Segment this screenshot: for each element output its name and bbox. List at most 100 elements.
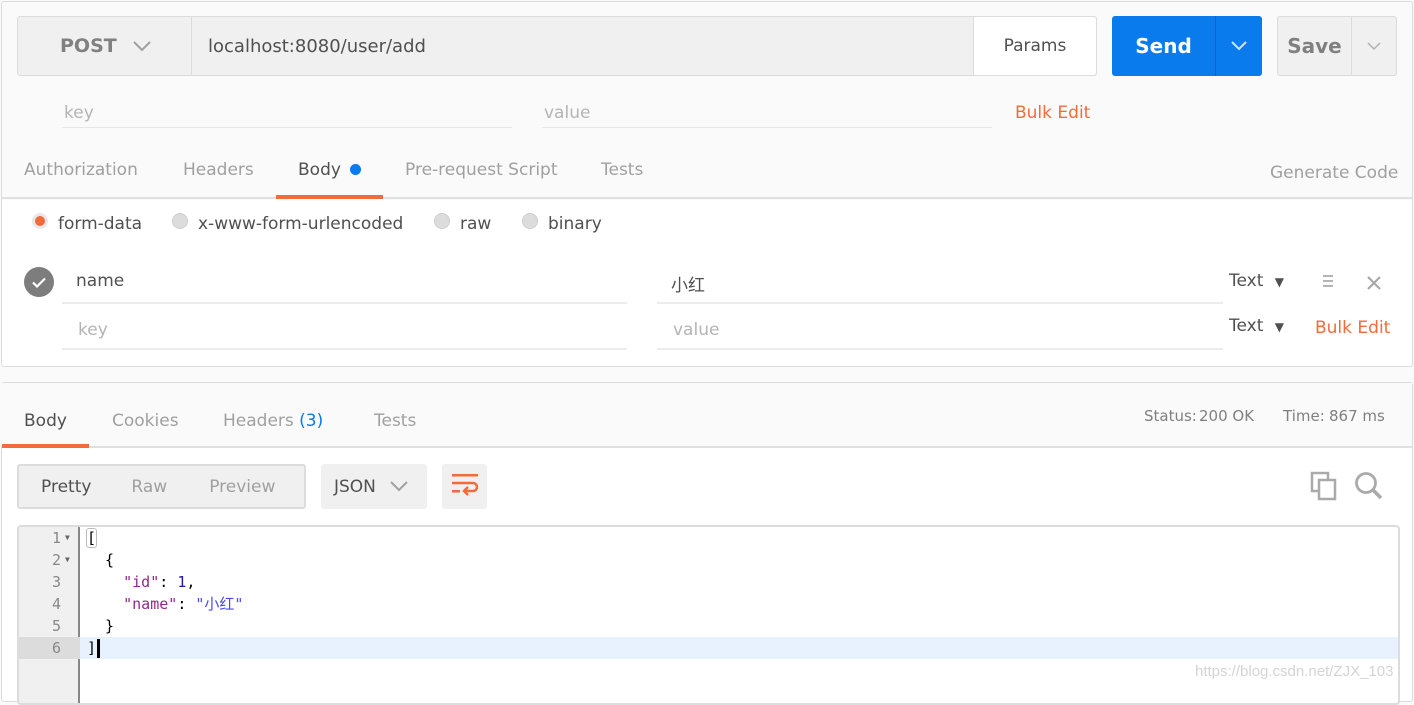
response-tab-body[interactable]: Body [24, 411, 67, 431]
time-label: Time: [1283, 407, 1325, 425]
form-key-field[interactable]: name [62, 266, 627, 304]
tab-pre-request-script[interactable]: Pre-request Script [405, 160, 558, 180]
delete-row-icon[interactable] [1367, 275, 1381, 295]
code-text: "id": 1, [87, 571, 195, 593]
code-text: ] [87, 637, 101, 659]
code-line: 4 "name": "小红" [19, 593, 1398, 615]
chevron-down-icon [1231, 36, 1247, 56]
format-label: JSON [334, 476, 376, 497]
type-label: Text [1229, 271, 1264, 291]
view-raw-button[interactable]: Raw [131, 477, 167, 497]
radio-unselected-icon [172, 213, 188, 229]
view-preview-button[interactable]: Preview [209, 477, 275, 497]
caret-down-icon: ▼ [1274, 275, 1285, 289]
status-label: Status: [1144, 407, 1197, 425]
time-value: 867 ms [1329, 407, 1385, 425]
checkmark-icon [32, 273, 46, 292]
line-number: 1 [51, 529, 61, 547]
tab-headers[interactable]: Headers [183, 160, 254, 180]
radio-label: form-data [58, 214, 143, 234]
radio-unselected-icon [522, 213, 538, 229]
radio-binary[interactable]: binary [522, 213, 602, 234]
radio-raw[interactable]: raw [434, 213, 492, 234]
code-line: 3 "id": 1, [19, 571, 1398, 593]
radio-x-www-form-urlencoded[interactable]: x-www-form-urlencoded [172, 213, 404, 234]
chevron-down-icon [1367, 36, 1381, 56]
form-value-value: 小红 [671, 276, 705, 296]
active-tab-indicator [2, 444, 89, 448]
param-value-input[interactable] [542, 98, 992, 128]
status-value: 200 OK [1199, 407, 1255, 425]
params-bulk-edit-link[interactable]: Bulk Edit [1015, 103, 1090, 123]
params-button[interactable]: Params [973, 17, 1096, 75]
request-tabs: Authorization Headers Body Pre-request S… [1, 148, 1413, 199]
response-tab-headers[interactable]: Headers (3) [223, 411, 323, 431]
tab-authorization[interactable]: Authorization [24, 160, 138, 180]
radio-label: binary [548, 214, 602, 234]
chevron-down-icon [133, 35, 151, 57]
headers-count-badge: (3) [299, 411, 324, 431]
text-cursor [97, 639, 101, 658]
form-type-select[interactable]: Text ▼ [1229, 271, 1284, 291]
reorder-handle-icon[interactable] [1322, 273, 1334, 294]
code-text: { [87, 551, 115, 569]
response-tab-cookies[interactable]: Cookies [112, 411, 179, 431]
code-line: 2 ▼ { [19, 549, 1398, 571]
modified-dot-icon [350, 164, 362, 175]
tab-label: Headers [223, 411, 294, 431]
view-mode-group: Pretty Raw Preview [17, 464, 306, 509]
response-tab-tests[interactable]: Tests [374, 411, 416, 431]
save-button[interactable]: Save [1278, 17, 1352, 75]
save-dropdown-button[interactable] [1352, 17, 1396, 75]
line-number: 2 [51, 551, 61, 569]
bracket-match: [ [85, 528, 98, 548]
json-sep: : [177, 595, 196, 613]
line-number: 6 [51, 639, 61, 657]
form-bulk-edit-link[interactable]: Bulk Edit [1315, 318, 1390, 338]
fold-arrow-icon[interactable]: ▼ [65, 549, 70, 571]
bracket: ] [87, 639, 97, 657]
fold-arrow-icon[interactable]: ▼ [65, 527, 70, 549]
response-tabs: Body Cookies Headers (3) Tests Status: 2… [1, 383, 1412, 448]
code-line: 1 ▼ [ [19, 527, 1398, 549]
code-text: } [87, 617, 115, 635]
form-key-value: name [76, 271, 125, 291]
method-select[interactable]: POST [18, 17, 192, 75]
method-label: POST [60, 35, 117, 57]
search-icon[interactable] [1354, 471, 1384, 506]
body-editor-area: form-data x-www-form-urlencoded raw bina… [2, 200, 1412, 366]
radio-label: raw [460, 214, 492, 234]
json-number: 1 [177, 573, 187, 591]
json-key: "name" [123, 595, 178, 613]
type-label: Text [1229, 316, 1264, 336]
form-new-key-input[interactable] [62, 312, 627, 350]
wrap-lines-button[interactable] [442, 464, 487, 509]
line-number: 3 [51, 573, 61, 591]
json-sep: : [159, 573, 178, 591]
generate-code-link[interactable]: Generate Code [1270, 163, 1398, 183]
chevron-down-icon [390, 477, 408, 497]
format-select[interactable]: JSON [321, 464, 427, 509]
active-tab-indicator [276, 195, 383, 199]
json-key: "id" [123, 573, 160, 591]
send-dropdown-button[interactable] [1216, 16, 1262, 76]
form-value-field[interactable]: 小红 [657, 266, 1223, 304]
tab-body[interactable]: Body [298, 160, 362, 180]
watermark: https://blog.csdn.net/ZJX_103 [1195, 663, 1394, 680]
view-pretty-button[interactable]: Pretty [41, 477, 91, 497]
response-code-editor[interactable]: 1 ▼ [ 2 ▼ { 3 "id": 1, 4 "name": "小红" 5 … [17, 525, 1400, 705]
form-new-type-select[interactable]: Text ▼ [1229, 316, 1284, 336]
tab-body-label: Body [298, 160, 341, 180]
send-button[interactable]: Send [1112, 16, 1216, 76]
line-number: 4 [51, 595, 61, 613]
code-text: "name": "小红" [87, 593, 243, 615]
tab-tests[interactable]: Tests [601, 160, 643, 180]
form-new-value-input[interactable] [657, 312, 1223, 350]
copy-icon[interactable] [1310, 471, 1338, 506]
url-input[interactable]: localhost:8080/user/add [192, 17, 973, 75]
save-button-group: Save [1277, 16, 1397, 76]
row-enabled-checkbox[interactable] [24, 267, 54, 297]
radio-form-data[interactable]: form-data [32, 213, 143, 234]
param-key-input[interactable] [62, 98, 512, 128]
radio-label: x-www-form-urlencoded [198, 214, 404, 234]
